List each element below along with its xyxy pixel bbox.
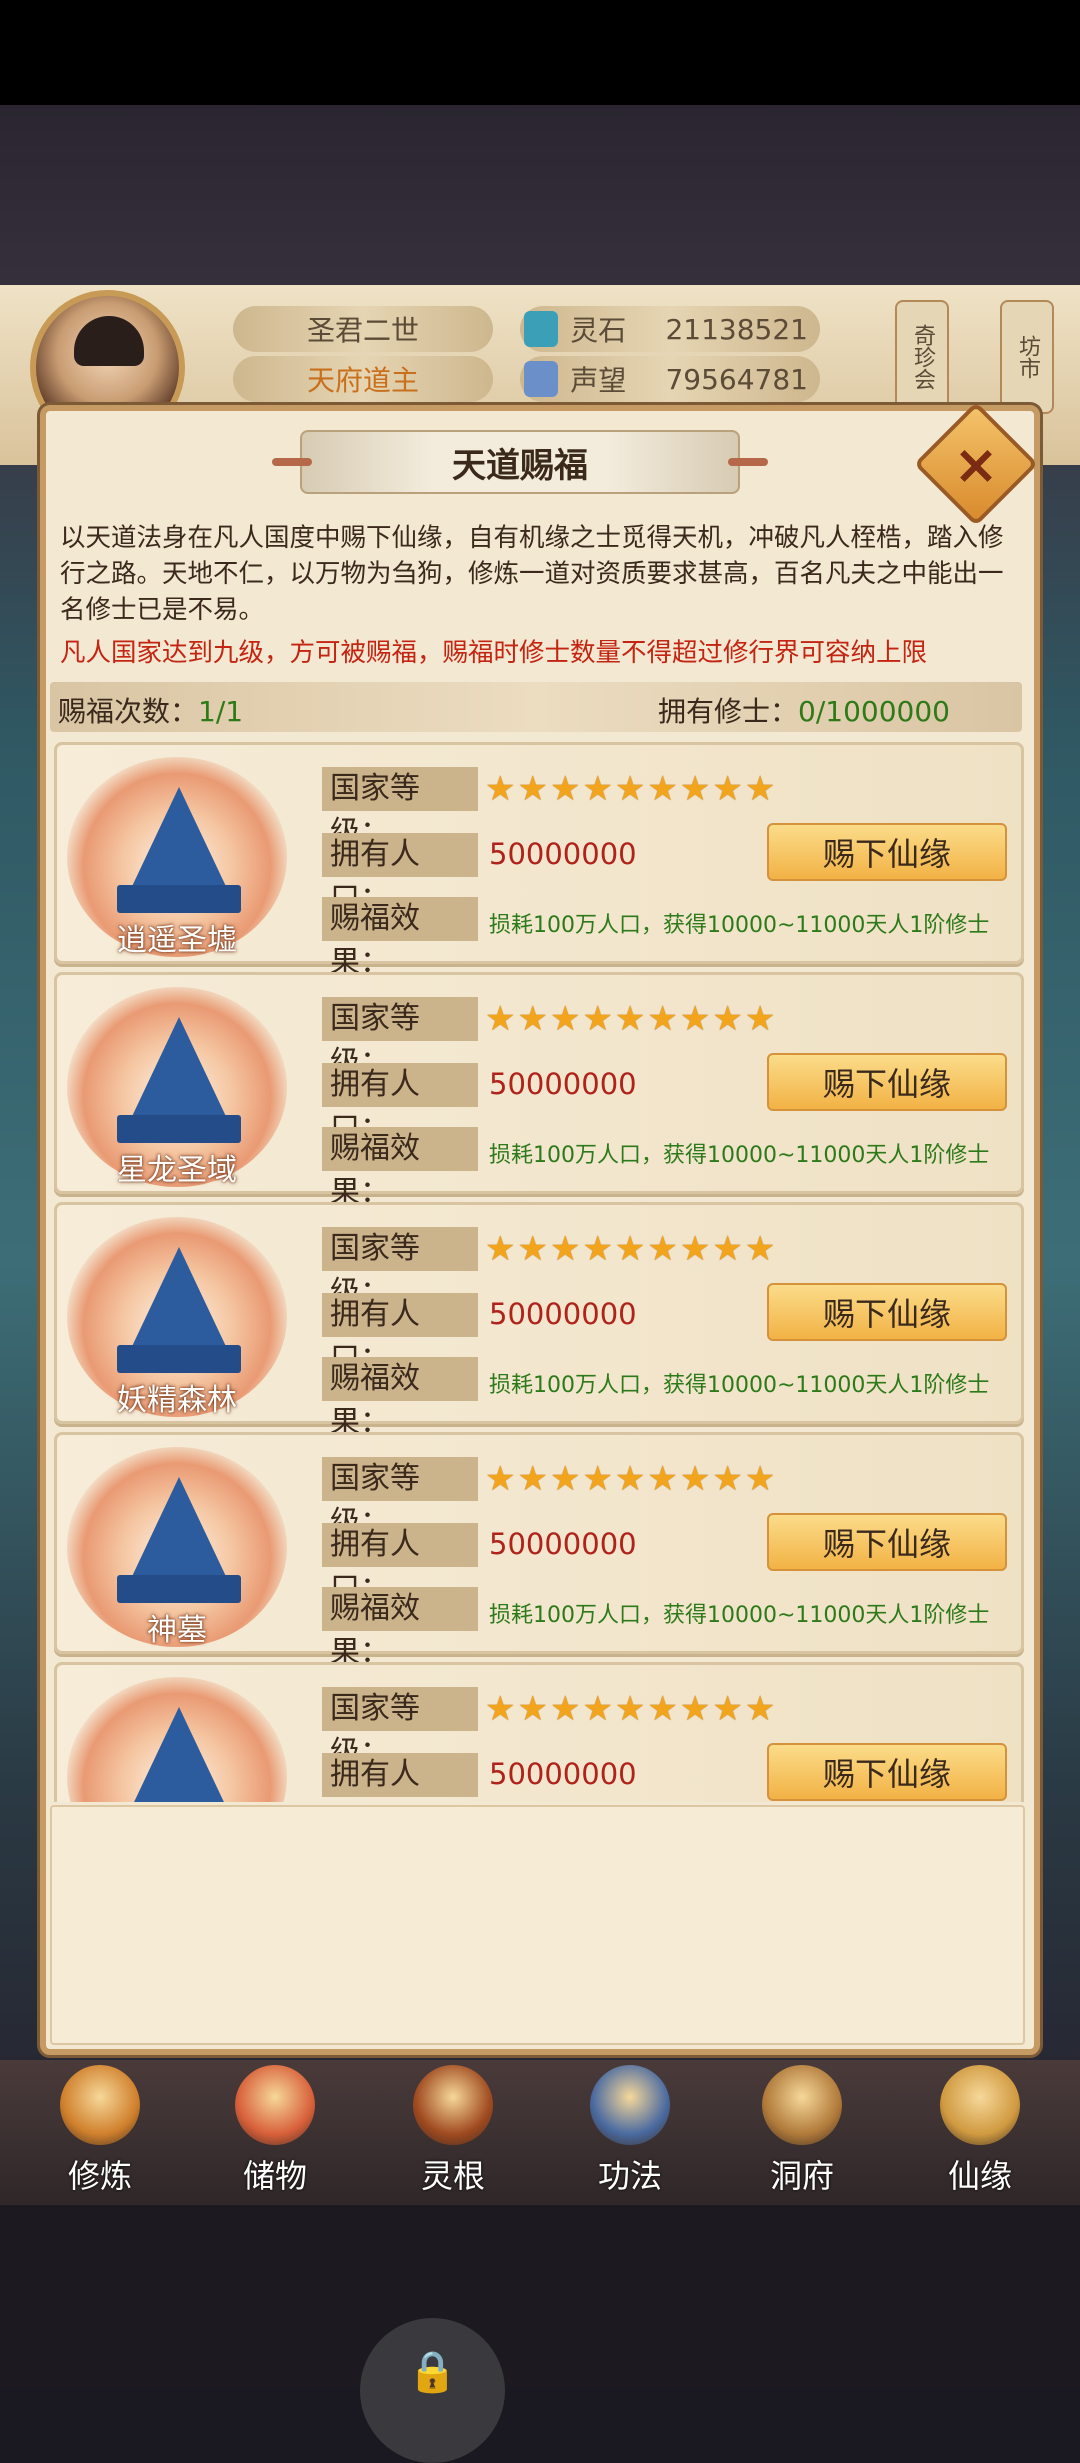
population-label: 拥有人口： (322, 833, 478, 916)
player-title: 天府道主 (233, 356, 493, 402)
country-card: 神墓 国家等级： ★★★★★★★★★ 拥有人口： 50000000 赐福效果： … (54, 1432, 1024, 1670)
cultivate-icon (60, 2065, 140, 2145)
nav-cultivate[interactable]: 修炼 (40, 2065, 160, 2205)
level-stars: ★★★★★★★★★ (485, 999, 778, 1039)
pagoda-icon (127, 787, 231, 897)
bottom-nav (0, 2060, 1080, 2210)
bless-count: 赐福次数：1/1 (58, 695, 244, 728)
pagoda-base (117, 885, 241, 913)
system-nav-area (0, 2205, 1080, 2387)
spirit-stone-icon (524, 311, 559, 347)
level-label: 国家等级： (322, 997, 478, 1080)
pagoda-icon (127, 1247, 231, 1357)
population-value: 50000000 (489, 837, 637, 871)
prestige-stat: 声望 79564781 (520, 356, 820, 402)
level-stars: ★★★★★★★★★ (485, 1229, 778, 1269)
bless-info-bar: 赐福次数：1/1 拥有修士：0/1000000 (50, 682, 1022, 732)
effect-label: 赐福效果： (322, 1357, 478, 1440)
level-stars: ★★★★★★★★★ (485, 769, 778, 809)
storage-bag-icon (235, 2065, 315, 2145)
effect-value: 损耗100万人口，获得10000~11000天人1阶修士 (489, 1143, 990, 1168)
dialog-description: 以天道法身在凡人国度中赐下仙缘，自有机缘之士觅得天机，冲破凡人桎梏，踏入修行之路… (60, 523, 1004, 625)
pagoda-base (117, 1345, 241, 1373)
level-label: 国家等级： (322, 1687, 478, 1770)
nav-fortune[interactable]: 仙缘 (920, 2065, 1040, 2205)
player-name: 圣君二世 (233, 306, 493, 352)
empty-panel (50, 1805, 1025, 2045)
bless-button[interactable]: 赐下仙缘 (767, 1053, 1007, 1111)
nav-spirit-root[interactable]: 灵根 (393, 2065, 513, 2205)
country-name: 星龙圣域 (117, 1153, 237, 1188)
country-name: 神墓 (147, 1613, 207, 1648)
pagoda-icon (127, 1477, 231, 1587)
technique-book-icon (590, 2065, 670, 2145)
nav-cave-mansion[interactable]: 洞府 (742, 2065, 862, 2205)
close-icon[interactable]: × (932, 420, 1020, 508)
fortune-gourd-icon (940, 2065, 1020, 2145)
level-label: 国家等级： (322, 1227, 478, 1310)
nav-storage[interactable]: 储物 (215, 2065, 335, 2205)
bless-button[interactable]: 赐下仙缘 (767, 1513, 1007, 1571)
country-card: 逍遥圣墟 国家等级： ★★★★★★★★★ 拥有人口： 50000000 赐福效果… (54, 742, 1024, 980)
population-label: 拥有人口： (322, 1523, 478, 1606)
population-value: 50000000 (489, 1757, 637, 1791)
market-tab[interactable]: 坊市 (1000, 300, 1054, 414)
prestige-icon (524, 361, 559, 397)
cultivator-count: 拥有修士：0/1000000 (658, 695, 950, 728)
treasure-fair-tab[interactable]: 奇珍会 (895, 300, 949, 414)
population-value: 50000000 (489, 1527, 637, 1561)
dialog-title: 天道赐福 (272, 430, 768, 494)
population-label: 拥有人口： (322, 1753, 478, 1802)
nav-technique[interactable]: 功法 (570, 2065, 690, 2205)
pagoda-icon (127, 1017, 231, 1127)
country-name: 妖精森林 (117, 1383, 237, 1418)
spirit-root-icon (413, 2065, 493, 2145)
bless-button[interactable]: 赐下仙缘 (767, 1743, 1007, 1801)
country-name: 逍遥圣墟 (117, 923, 237, 958)
country-card: 国家等级： ★★★★★★★★★ 拥有人口： 50000000 赐下仙缘 (54, 1662, 1024, 1802)
effect-value: 损耗100万人口，获得10000~11000天人1阶修士 (489, 1603, 990, 1628)
pagoda-icon (127, 1707, 231, 1802)
effect-label: 赐福效果： (322, 1587, 478, 1670)
level-stars: ★★★★★★★★★ (485, 1459, 778, 1499)
requirement-note: 凡人国家达到九级，方可被赐福，赐福时修士数量不得超过修行界可容纳上限 (60, 638, 928, 668)
bless-button[interactable]: 赐下仙缘 (767, 1283, 1007, 1341)
pagoda-base (117, 1115, 241, 1143)
level-stars: ★★★★★★★★★ (485, 1689, 778, 1729)
population-label: 拥有人口： (322, 1063, 478, 1146)
status-bar (0, 0, 1080, 105)
country-card: 星龙圣域 国家等级： ★★★★★★★★★ 拥有人口： 50000000 赐福效果… (54, 972, 1024, 1210)
pagoda-base (117, 1575, 241, 1603)
bless-button[interactable]: 赐下仙缘 (767, 823, 1007, 881)
level-label: 国家等级： (322, 1457, 478, 1540)
effect-value: 损耗100万人口，获得10000~11000天人1阶修士 (489, 1373, 990, 1398)
effect-label: 赐福效果： (322, 897, 478, 980)
population-value: 50000000 (489, 1067, 637, 1101)
lock-icon[interactable]: 🔒 (360, 2318, 505, 2463)
spirit-stone-stat: 灵石 21138521 (520, 306, 820, 352)
effect-value: 损耗100万人口，获得10000~11000天人1阶修士 (489, 913, 990, 938)
country-card: 妖精森林 国家等级： ★★★★★★★★★ 拥有人口： 50000000 赐福效果… (54, 1202, 1024, 1440)
country-list[interactable]: 逍遥圣墟 国家等级： ★★★★★★★★★ 拥有人口： 50000000 赐福效果… (50, 742, 1030, 1802)
effect-label: 赐福效果： (322, 1127, 478, 1210)
population-value: 50000000 (489, 1297, 637, 1331)
cave-mansion-icon (762, 2065, 842, 2145)
level-label: 国家等级： (322, 767, 478, 850)
population-label: 拥有人口： (322, 1293, 478, 1376)
